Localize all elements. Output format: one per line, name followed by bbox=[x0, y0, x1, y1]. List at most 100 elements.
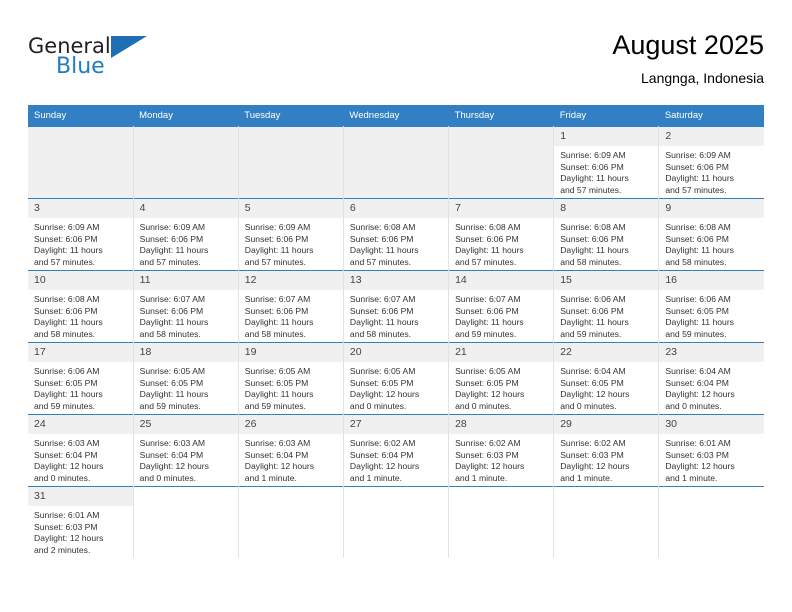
day-details: Sunrise: 6:05 AM Sunset: 6:05 PM Daylight:… bbox=[344, 362, 448, 413]
daylight-text-line1: Daylight: 12 hours bbox=[455, 389, 525, 400]
sunset-text: Sunset: 6:06 PM bbox=[455, 233, 519, 244]
day-number: 8 bbox=[554, 199, 659, 218]
page-title: August 2025 bbox=[612, 30, 764, 60]
calendar-day-cell[interactable]: 5 Sunrise: 6:09 AM Sunset: 6:06 PM Daylight… bbox=[238, 198, 344, 271]
day-number: 3 bbox=[28, 199, 133, 218]
calendar-day-cell[interactable]: 25 Sunrise: 6:03 AM Sunset: 6:04 PM Dayligh… bbox=[133, 414, 239, 487]
calendar-day-cell[interactable]: 28 Sunrise: 6:02 AM Sunset: 6:03 PM Dayligh… bbox=[448, 414, 555, 487]
daylight-text-line2: and 57 minutes. bbox=[244, 257, 306, 268]
sunset-text: Sunset: 6:06 PM bbox=[349, 305, 414, 316]
daylight-text-line1: Daylight: 11 hours bbox=[665, 245, 734, 256]
calendar-cell-empty bbox=[343, 126, 450, 199]
calendar-day-cell[interactable]: 20 Sunrise: 6:05 AM Sunset: 6:05 PM Dayligh… bbox=[343, 342, 450, 415]
calendar-day-cell[interactable]: 14 Sunrise: 6:07 AM Sunset: 6:06 PM Dayligh… bbox=[448, 270, 555, 343]
day-details: Sunrise: 6:09 AM Sunset: 6:06 PM Daylight:… bbox=[134, 218, 238, 269]
calendar-cell-empty bbox=[553, 486, 660, 558]
daylight-text-line1: Daylight: 11 hours bbox=[665, 173, 734, 184]
daylight-text-line2: and 0 minutes. bbox=[349, 401, 407, 412]
day-number: 30 bbox=[659, 415, 764, 434]
calendar-day-cell[interactable]: 15 Sunrise: 6:06 AM Sunset: 6:06 PM Dayligh… bbox=[553, 270, 660, 343]
calendar-day-cell[interactable]: 13 Sunrise: 6:07 AM Sunset: 6:06 PM Dayligh… bbox=[343, 270, 450, 343]
daylight-text-line1: Daylight: 11 hours bbox=[34, 389, 103, 400]
calendar-day-cell[interactable]: 2 Sunrise: 6:09 AM Sunset: 6:06 PM Daylight… bbox=[658, 126, 764, 199]
daylight-text-line2: and 0 minutes. bbox=[34, 473, 91, 484]
sunset-text: Sunset: 6:03 PM bbox=[455, 449, 519, 460]
calendar-day-cell[interactable]: 8 Sunrise: 6:08 AM Sunset: 6:06 PM Daylight… bbox=[553, 198, 660, 271]
calendar-page: General Blue August 2025 Langnga, Indone… bbox=[0, 0, 792, 612]
daylight-text-line1: Daylight: 11 hours bbox=[244, 389, 314, 400]
day-details: Sunrise: 6:07 AM Sunset: 6:06 PM Daylight:… bbox=[134, 290, 238, 341]
sunrise-text: Sunrise: 6:05 AM bbox=[349, 366, 416, 376]
logo-text-blue: Blue bbox=[56, 54, 105, 79]
day-details: Sunrise: 6:06 AM Sunset: 6:05 PM Daylight:… bbox=[659, 290, 764, 341]
calendar-day-cell[interactable]: 21 Sunrise: 6:05 AM Sunset: 6:05 PM Dayligh… bbox=[448, 342, 555, 415]
sunset-text: Sunset: 6:03 PM bbox=[560, 449, 624, 460]
calendar-day-cell[interactable]: 26 Sunrise: 6:03 AM Sunset: 6:04 PM Dayligh… bbox=[238, 414, 344, 487]
day-details: Sunrise: 6:05 AM Sunset: 6:05 PM Daylight:… bbox=[134, 362, 238, 413]
calendar-day-cell[interactable]: 1 Sunrise: 6:09 AM Sunset: 6:06 PM Daylight… bbox=[553, 126, 660, 199]
calendar-day-cell[interactable]: 9 Sunrise: 6:08 AM Sunset: 6:06 PM Daylight… bbox=[658, 198, 764, 271]
day-number: 26 bbox=[238, 415, 343, 434]
calendar-day-cell[interactable]: 31 Sunrise: 6:01 AM Sunset: 6:03 PM Dayligh… bbox=[28, 486, 134, 558]
calendar-day-cell[interactable]: 3 Sunrise: 6:09 AM Sunset: 6:06 PM Daylight… bbox=[28, 198, 134, 271]
daylight-text-line2: and 0 minutes. bbox=[665, 401, 722, 412]
calendar-day-cell[interactable]: 16 Sunrise: 6:06 AM Sunset: 6:05 PM Dayligh… bbox=[658, 270, 764, 343]
calendar-day-cell[interactable]: 24 Sunrise: 6:03 AM Sunset: 6:04 PM Dayligh… bbox=[28, 414, 134, 487]
calendar-day-cell[interactable]: 29 Sunrise: 6:02 AM Sunset: 6:03 PM Dayligh… bbox=[553, 414, 660, 487]
calendar-week-row: 3 Sunrise: 6:09 AM Sunset: 6:06 PM Daylight… bbox=[28, 198, 764, 271]
calendar-day-cell[interactable]: 4 Sunrise: 6:09 AM Sunset: 6:06 PM Daylight… bbox=[133, 198, 239, 271]
calendar-cell-empty bbox=[133, 486, 239, 558]
calendar-day-cell[interactable]: 10 Sunrise: 6:08 AM Sunset: 6:06 PM Dayligh… bbox=[28, 270, 134, 343]
daylight-text-line1: Daylight: 11 hours bbox=[560, 245, 629, 256]
sunrise-text: Sunrise: 6:08 AM bbox=[560, 222, 626, 232]
sunset-text: Sunset: 6:06 PM bbox=[665, 233, 729, 244]
sunset-text: Sunset: 6:05 PM bbox=[349, 377, 414, 388]
sunrise-text: Sunrise: 6:02 AM bbox=[455, 438, 521, 448]
sunset-text: Sunset: 6:05 PM bbox=[244, 377, 309, 388]
calendar-header-row: Sunday Monday Tuesday Wednesday Thursday Frid… bbox=[28, 105, 764, 127]
daylight-text-line1: Daylight: 12 hours bbox=[139, 461, 209, 472]
daylight-text-line2: and 59 minutes. bbox=[139, 401, 201, 412]
sunrise-text: Sunrise: 6:05 AM bbox=[455, 366, 521, 376]
sunset-text: Sunset: 6:06 PM bbox=[139, 305, 204, 316]
daylight-text-line2: and 58 minutes. bbox=[34, 329, 96, 340]
calendar-day-cell[interactable]: 17 Sunrise: 6:06 AM Sunset: 6:05 PM Dayligh… bbox=[28, 342, 134, 415]
calendar-day-cell[interactable]: 22 Sunrise: 6:04 AM Sunset: 6:05 PM Dayligh… bbox=[553, 342, 660, 415]
calendar-day-cell[interactable]: 19 Sunrise: 6:05 AM Sunset: 6:05 PM Dayligh… bbox=[238, 342, 344, 415]
calendar-day-cell[interactable]: 6 Sunrise: 6:08 AM Sunset: 6:06 PM Daylight… bbox=[343, 198, 450, 271]
day-details: Sunrise: 6:09 AM Sunset: 6:06 PM Daylight:… bbox=[239, 218, 343, 269]
day-details: Sunrise: 6:09 AM Sunset: 6:06 PM Daylight:… bbox=[659, 146, 764, 197]
day-number: 25 bbox=[133, 415, 238, 434]
calendar-day-cell[interactable]: 27 Sunrise: 6:02 AM Sunset: 6:04 PM Dayligh… bbox=[343, 414, 450, 487]
daylight-text-line2: and 57 minutes. bbox=[665, 185, 727, 196]
calendar-day-cell[interactable]: 30 Sunrise: 6:01 AM Sunset: 6:03 PM Dayligh… bbox=[658, 414, 764, 487]
day-number: 27 bbox=[343, 415, 449, 434]
calendar-table: Sunday Monday Tuesday Wednesday Thursday Frid… bbox=[28, 105, 764, 558]
day-number: 5 bbox=[238, 199, 343, 218]
sunrise-text: Sunrise: 6:07 AM bbox=[244, 294, 311, 304]
calendar-day-cell[interactable]: 12 Sunrise: 6:07 AM Sunset: 6:06 PM Dayligh… bbox=[238, 270, 344, 343]
day-number: 22 bbox=[554, 343, 659, 362]
calendar-day-cell[interactable]: 11 Sunrise: 6:07 AM Sunset: 6:06 PM Dayligh… bbox=[133, 270, 239, 343]
sunset-text: Sunset: 6:05 PM bbox=[560, 377, 624, 388]
daylight-text-line1: Daylight: 12 hours bbox=[34, 533, 104, 544]
sunrise-text: Sunrise: 6:08 AM bbox=[455, 222, 521, 232]
daylight-text-line2: and 57 minutes. bbox=[455, 257, 517, 268]
daylight-text-line1: Daylight: 11 hours bbox=[139, 389, 209, 400]
daylight-text-line2: and 58 minutes. bbox=[560, 257, 622, 268]
page-subtitle: Langnga, Indonesia bbox=[641, 70, 764, 86]
daylight-text-line2: and 58 minutes. bbox=[244, 329, 306, 340]
calendar-day-cell[interactable]: 7 Sunrise: 6:08 AM Sunset: 6:06 PM Daylight… bbox=[448, 198, 555, 271]
daylight-text-line1: Daylight: 12 hours bbox=[560, 389, 630, 400]
sunset-text: Sunset: 6:06 PM bbox=[34, 305, 98, 316]
weekday-header-sunday: Sunday bbox=[28, 105, 134, 127]
calendar-day-cell[interactable]: 18 Sunrise: 6:05 AM Sunset: 6:05 PM Dayligh… bbox=[133, 342, 239, 415]
sunset-text: Sunset: 6:06 PM bbox=[560, 161, 624, 172]
daylight-text-line1: Daylight: 11 hours bbox=[139, 317, 209, 328]
calendar-day-cell[interactable]: 23 Sunrise: 6:04 AM Sunset: 6:04 PM Dayligh… bbox=[658, 342, 764, 415]
daylight-text-line1: Daylight: 11 hours bbox=[455, 317, 524, 328]
daylight-text-line1: Daylight: 12 hours bbox=[244, 461, 315, 472]
sunrise-text: Sunrise: 6:08 AM bbox=[34, 294, 100, 304]
sunrise-text: Sunrise: 6:09 AM bbox=[665, 150, 731, 160]
sunset-text: Sunset: 6:04 PM bbox=[34, 449, 98, 460]
